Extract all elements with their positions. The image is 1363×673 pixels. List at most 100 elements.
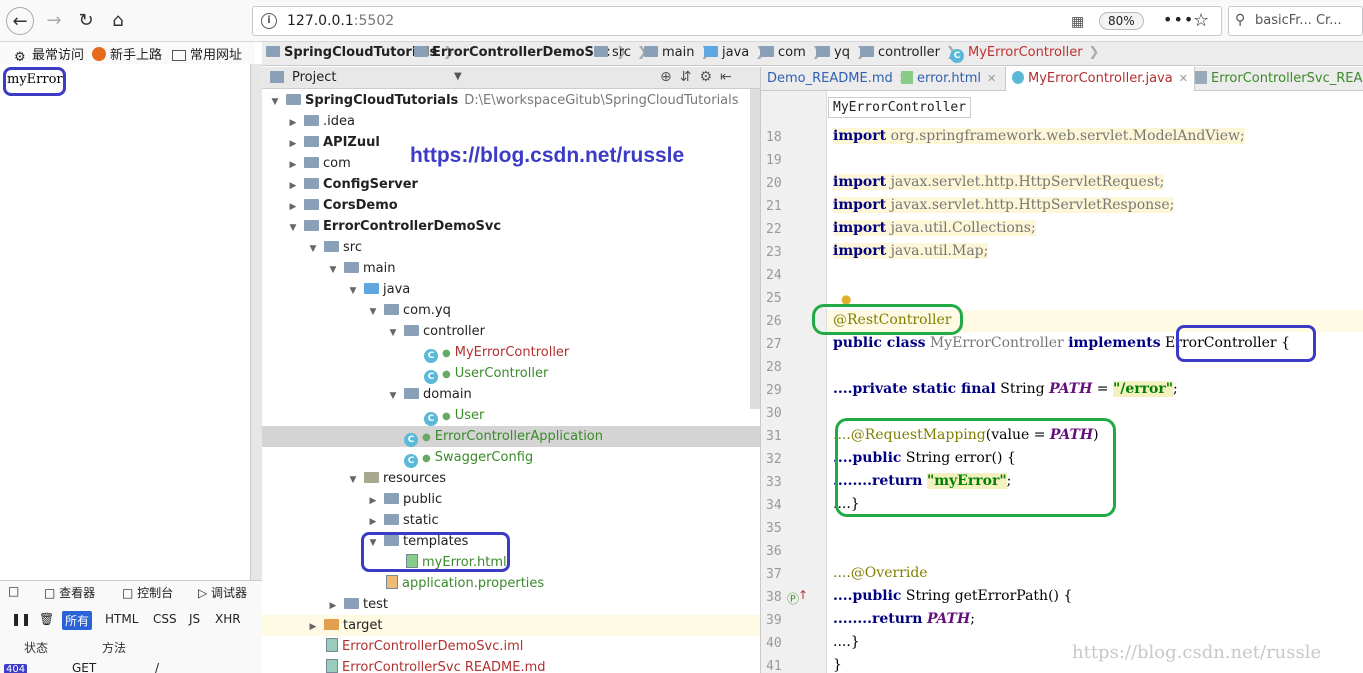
- tree-item[interactable]: ▶ CorsDemo: [262, 195, 760, 216]
- line-number: 22: [766, 222, 782, 237]
- tab-inspector[interactable]: □ 查看器: [44, 584, 95, 601]
- tree-item[interactable]: ▶ .idea: [262, 111, 760, 132]
- qr-code-icon[interactable]: ▦: [1071, 14, 1084, 30]
- tree-item[interactable]: C ● User: [262, 405, 760, 426]
- tree-item[interactable]: ▼ java: [262, 279, 760, 300]
- gear-icon[interactable]: ⚙: [699, 69, 720, 85]
- tree-item[interactable]: ▶ static: [262, 510, 760, 531]
- home-icon[interactable]: ⌂: [104, 7, 132, 35]
- tree-item-selected[interactable]: C ● ErrorControllerApplication: [262, 426, 760, 447]
- breadcrumb-item[interactable]: C MyErrorController ❯: [950, 45, 1099, 63]
- filter-all[interactable]: 所有: [62, 611, 93, 630]
- bookmark-star-icon[interactable]: ☆: [1193, 10, 1209, 31]
- tree-item[interactable]: ▼ resources: [262, 468, 760, 489]
- breadcrumb-item[interactable]: com❯: [760, 45, 823, 60]
- bookmark-most-visited[interactable]: ⚙ 最常访问: [14, 44, 84, 65]
- tree-item[interactable]: ▼ templates: [262, 531, 760, 552]
- collapse-arrow-icon[interactable]: ▼: [386, 386, 400, 407]
- breadcrumb-item[interactable]: src ❯: [594, 45, 648, 60]
- expand-arrow-icon[interactable]: ▶: [306, 617, 320, 638]
- collapse-arrow-icon[interactable]: ▼: [326, 260, 340, 281]
- class-icon: C: [404, 454, 418, 468]
- tab-debugger[interactable]: ▷ 调试器: [198, 584, 247, 601]
- sidebar-splitter[interactable]: [250, 64, 262, 584]
- filter-css[interactable]: CSS: [150, 611, 180, 627]
- properties-file-icon: [386, 575, 398, 589]
- target-icon[interactable]: ⊕: [660, 69, 680, 85]
- hide-icon[interactable]: ⇤: [720, 69, 740, 85]
- tree-item[interactable]: ▶ public: [262, 489, 760, 510]
- breadcrumb-item[interactable]: java❯: [704, 45, 766, 60]
- tree-item[interactable]: ▼ domain: [262, 384, 760, 405]
- tree-item[interactable]: ▶ target: [262, 615, 760, 636]
- tree-item[interactable]: ▼ ErrorControllerDemoSvc: [262, 216, 760, 237]
- panel-tools[interactable]: ⊕⇵⚙⇤: [660, 69, 740, 85]
- project-view-select[interactable]: Project: [292, 70, 336, 85]
- expand-arrow-icon[interactable]: ▶: [286, 134, 300, 155]
- expand-arrow-icon[interactable]: ▶: [286, 197, 300, 218]
- breadcrumb-item[interactable]: controller❯: [860, 45, 957, 60]
- tree-item[interactable]: ▼ controller: [262, 321, 760, 342]
- more-icon[interactable]: •••: [1163, 10, 1194, 29]
- expand-arrow-icon[interactable]: ▶: [366, 512, 380, 533]
- close-icon[interactable]: ✕: [1179, 72, 1188, 85]
- breadcrumb-item[interactable]: main❯: [644, 45, 711, 60]
- filter-html[interactable]: HTML: [102, 611, 141, 627]
- column-status[interactable]: 状态: [24, 639, 48, 656]
- tree-item[interactable]: C ● SwaggerConfig: [262, 447, 760, 468]
- collapse-arrow-icon[interactable]: ▼: [268, 92, 282, 113]
- collapse-arrow-icon[interactable]: ▼: [346, 470, 360, 491]
- tree-item[interactable]: ▼ src: [262, 237, 760, 258]
- expand-arrow-icon[interactable]: ▶: [286, 176, 300, 197]
- close-icon[interactable]: ✕: [987, 72, 996, 85]
- back-button[interactable]: ←: [6, 7, 34, 35]
- tab-readme[interactable]: ErrorControllerSvc_READM: [1189, 67, 1363, 91]
- info-icon[interactable]: i: [261, 13, 277, 29]
- tree-item[interactable]: ErrorControllerSvc README.md: [262, 657, 760, 673]
- tab-myerrorcontroller[interactable]: MyErrorController.java ✕: [1005, 67, 1195, 91]
- chevron-down-icon[interactable]: ▼: [454, 71, 462, 82]
- bookmark-folder[interactable]: 常用网址: [172, 44, 242, 63]
- tree-item[interactable]: myError.html: [262, 552, 760, 573]
- column-method[interactable]: 方法: [102, 639, 126, 656]
- search-box[interactable]: ⚲ basicFr... Cr...: [1228, 6, 1363, 36]
- tree-item[interactable]: ▼ com.yq: [262, 300, 760, 321]
- tree-item[interactable]: C ● MyErrorController: [262, 342, 760, 363]
- bookmark-getting-started[interactable]: 新手上路: [92, 44, 162, 63]
- reload-icon[interactable]: ↻: [72, 7, 100, 35]
- scrollbar[interactable]: [750, 89, 760, 409]
- tree-item[interactable]: ▶ test: [262, 594, 760, 615]
- inspect-icon[interactable]: □: [8, 584, 19, 598]
- gear-icon: ⚙: [14, 50, 26, 65]
- expand-arrow-icon[interactable]: ▶: [326, 596, 340, 617]
- tab-demo-readme[interactable]: Demo_README.md✕: [761, 67, 914, 91]
- collapse-arrow-icon[interactable]: ▼: [386, 323, 400, 344]
- collapse-arrow-icon[interactable]: ▼: [346, 281, 360, 302]
- filter-xhr[interactable]: XHR: [212, 611, 244, 627]
- tree-item[interactable]: ▼ main: [262, 258, 760, 279]
- tree-item[interactable]: ErrorControllerDemoSvc.iml: [262, 636, 760, 657]
- trash-icon[interactable]: 🗑: [36, 611, 57, 627]
- expand-arrow-icon[interactable]: ▶: [366, 491, 380, 512]
- tree-item[interactable]: C ● UserController: [262, 363, 760, 384]
- tab-console[interactable]: □ 控制台: [122, 584, 173, 601]
- url-text[interactable]: 127.0.0.1:5502: [287, 13, 394, 29]
- expand-arrow-icon[interactable]: ▶: [286, 155, 300, 176]
- forward-button[interactable]: →: [40, 7, 68, 35]
- collapse-arrow-icon[interactable]: ▼: [366, 302, 380, 323]
- tree-item[interactable]: ▶ ConfigServer: [262, 174, 760, 195]
- override-arrow-icon[interactable]: ↑: [798, 588, 808, 602]
- collapse-icon[interactable]: ⇵: [680, 69, 700, 85]
- pause-icon[interactable]: ❚❚: [8, 611, 34, 627]
- collapse-arrow-icon[interactable]: ▼: [286, 218, 300, 239]
- tree-item[interactable]: ▼ SpringCloudTutorials D:\E\workspaceGitub…: [262, 90, 760, 111]
- filter-js[interactable]: JS: [186, 611, 203, 627]
- expand-arrow-icon[interactable]: ▶: [286, 113, 300, 134]
- tab-error-html[interactable]: error.html ✕: [895, 67, 1002, 91]
- collapse-arrow-icon[interactable]: ▼: [306, 239, 320, 260]
- zoom-level[interactable]: 80%: [1099, 12, 1144, 30]
- tree-item[interactable]: application.properties: [262, 573, 760, 594]
- line-number: 19: [766, 153, 782, 168]
- url-bar[interactable]: i 127.0.0.1:5502 ▦ 80% ••• ☆: [252, 6, 1222, 36]
- tree-label: APIZuul: [323, 135, 380, 150]
